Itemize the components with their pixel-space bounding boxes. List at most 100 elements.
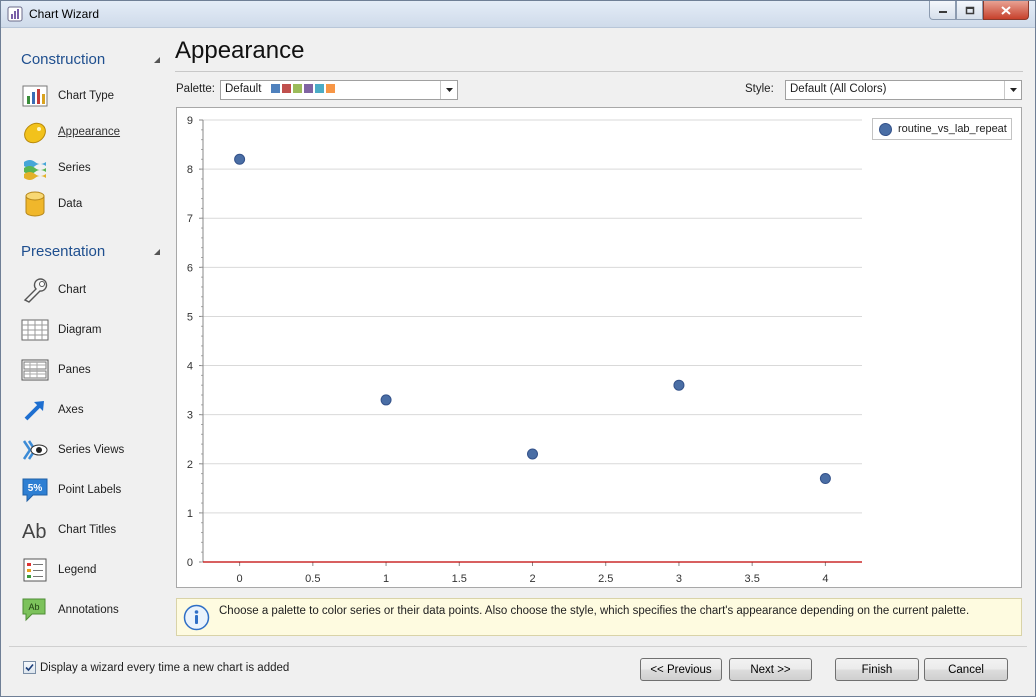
sidebar-item-chart-titles[interactable]: Ab Chart Titles — [21, 514, 166, 546]
section-header-construction: Construction — [21, 51, 106, 68]
y-tick-label: 0 — [187, 557, 193, 569]
y-tick-label: 6 — [187, 262, 193, 274]
data-point — [234, 153, 246, 165]
sidebar-item-label: Chart Titles — [58, 524, 117, 536]
point-labels-icon: 5% — [21, 476, 49, 504]
previous-button[interactable]: << Previous — [640, 658, 722, 681]
palette-swatch-1 — [281, 84, 291, 93]
legend-marker — [879, 122, 892, 136]
palette-select[interactable]: Default — [220, 80, 458, 100]
app-icon — [7, 6, 23, 22]
axes-icon — [21, 396, 49, 424]
info-icon — [183, 604, 210, 631]
sidebar-item-label: Panes — [58, 364, 91, 376]
sidebar-item-chart-type[interactable]: Chart Type — [21, 80, 166, 112]
y-tick-label: 5 — [187, 311, 193, 323]
sidebar-item-data[interactable]: Data — [21, 188, 166, 220]
next-button[interactable]: Next >> — [729, 658, 812, 681]
y-tick-label: 2 — [187, 459, 193, 471]
y-tick-label: 8 — [187, 164, 193, 176]
sidebar-item-axes[interactable]: Axes — [21, 394, 166, 426]
maximize-button[interactable] — [956, 1, 983, 20]
diagram-icon — [21, 316, 49, 344]
footer-divider — [9, 646, 1027, 647]
chart-titles-icon: Ab — [21, 516, 49, 544]
y-tick-label: 9 — [187, 115, 193, 127]
sidebar-item-diagram[interactable]: Diagram — [21, 314, 166, 346]
window-title: Chart Wizard — [29, 7, 100, 21]
palette-dropdown-button[interactable] — [440, 81, 457, 99]
palette-swatch-3 — [303, 84, 313, 93]
chevron-down-icon — [445, 88, 453, 92]
style-value: Default (All Colors) — [790, 83, 887, 95]
data-icon — [21, 190, 49, 218]
sidebar-item-panes[interactable]: Panes — [21, 354, 166, 386]
chart-type-icon — [21, 82, 49, 110]
collapse-construction-icon[interactable] — [153, 56, 161, 64]
annotations-icon-text: Ab — [28, 602, 39, 612]
minimize-icon — [938, 11, 947, 13]
show-wizard-checkbox[interactable] — [23, 661, 36, 674]
sidebar-item-label: Series Views — [58, 444, 125, 456]
style-select[interactable]: Default (All Colors) — [785, 80, 1022, 100]
style-label: Style: — [745, 83, 774, 95]
chart-preview: 0 1 2 3 4 5 6 7 8 9 0 0.5 1 1.5 2 2.5 3 3.5 4 — [176, 107, 1022, 588]
sidebar-item-label: Data — [58, 198, 83, 210]
sidebar-item-label: Annotations — [58, 604, 119, 616]
sidebar-item-legend[interactable]: Legend — [21, 554, 166, 586]
collapse-presentation-icon[interactable] — [153, 248, 161, 256]
palette-swatches — [270, 83, 337, 95]
sidebar-item-label: Chart — [58, 284, 87, 296]
sidebar-item-annotations[interactable]: Ab Annotations — [21, 594, 166, 626]
sidebar-item-point-labels[interactable]: 5% Point Labels — [21, 474, 166, 506]
sidebar-item-series[interactable]: Series — [21, 152, 166, 184]
palette-swatch-0 — [270, 84, 280, 93]
wizard-sidebar: Construction Chart Type Appearance Serie… — [9, 33, 169, 637]
title-bar: Chart Wizard — [1, 1, 1035, 28]
palette-value: Default — [225, 83, 262, 95]
legend-icon — [21, 556, 49, 584]
minimize-button[interactable] — [929, 1, 956, 20]
series-views-icon — [21, 436, 49, 464]
x-tick-label: 3 — [676, 573, 682, 585]
data-point — [527, 448, 538, 460]
sidebar-item-series-views[interactable]: Series Views — [21, 434, 166, 466]
title-divider — [175, 71, 1023, 72]
point-labels-icon-text: 5% — [28, 483, 43, 494]
window-controls — [929, 1, 1029, 20]
x-tick-label: 3.5 — [745, 573, 760, 585]
y-tick-label: 1 — [187, 508, 193, 520]
x-tick-label: 2.5 — [598, 573, 613, 585]
style-dropdown-button[interactable] — [1004, 81, 1021, 99]
legend-series-name: routine_vs_lab_repeat — [898, 123, 1007, 135]
y-tick-label: 3 — [187, 410, 193, 422]
palette-label: Palette: — [176, 83, 215, 95]
checkmark-icon — [25, 663, 34, 672]
sidebar-item-label: Series — [58, 162, 91, 174]
chart-titles-icon-text: Ab — [22, 521, 46, 543]
sidebar-item-label: Axes — [58, 404, 84, 416]
chart-legend: routine_vs_lab_repeat — [872, 118, 1012, 140]
page-title: Appearance — [175, 37, 305, 64]
x-tick-label: 1.5 — [452, 573, 467, 585]
palette-swatch-4 — [314, 84, 324, 93]
close-button[interactable] — [983, 1, 1029, 20]
appearance-icon — [21, 118, 49, 146]
x-tick-label: 4 — [822, 573, 828, 585]
palette-swatch-2 — [292, 84, 302, 93]
series-icon — [21, 154, 49, 182]
cancel-button[interactable]: Cancel — [924, 658, 1008, 681]
sidebar-item-label: Legend — [58, 564, 97, 576]
finish-button[interactable]: Finish — [835, 658, 919, 681]
plot-area — [203, 120, 862, 562]
x-tick-label: 1 — [383, 573, 389, 585]
x-tick-label: 2 — [529, 573, 535, 585]
sidebar-item-chart[interactable]: Chart — [21, 274, 166, 306]
sidebar-item-appearance[interactable]: Appearance — [21, 116, 166, 148]
data-point — [380, 394, 392, 406]
sidebar-item-label: Appearance — [58, 126, 121, 138]
info-bar: Choose a palette to color series or thei… — [176, 598, 1022, 636]
show-wizard-option: Display a wizard every time a new chart … — [23, 661, 289, 674]
panes-icon — [21, 356, 49, 384]
show-wizard-label: Display a wizard every time a new chart … — [40, 661, 290, 674]
